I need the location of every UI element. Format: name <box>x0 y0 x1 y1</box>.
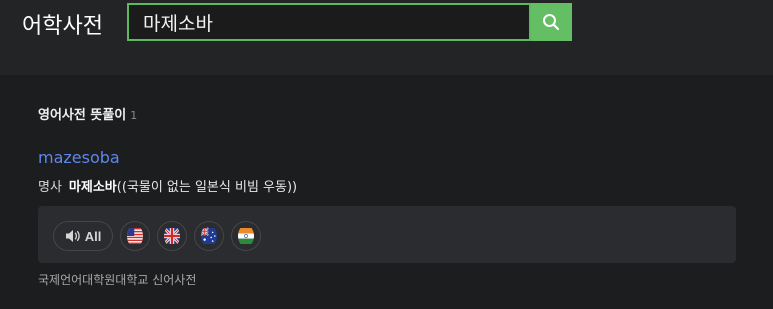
highlighted-term[interactable]: 마제소바 <box>69 180 117 195</box>
result-count: 1 <box>130 109 138 122</box>
au-pronunciation-button[interactable] <box>194 221 224 251</box>
play-all-label: All <box>84 228 102 244</box>
header: 어학사전 <box>0 0 773 75</box>
search-input[interactable] <box>143 5 523 39</box>
search-icon <box>543 14 560 31</box>
part-of-speech: 명사 <box>38 180 62 195</box>
section-title: 영어사전 뜻풀이 1 <box>38 104 137 123</box>
search-button[interactable] <box>531 3 572 41</box>
us-flag-icon <box>127 228 143 244</box>
au-flag-icon <box>201 227 217 244</box>
in-pronunciation-button[interactable] <box>231 221 261 251</box>
dictionary-logo[interactable]: 어학사전 <box>22 8 103 40</box>
pronunciation-panel: All <box>38 206 736 263</box>
in-flag-icon <box>238 228 254 244</box>
us-pronunciation-button[interactable] <box>120 221 150 251</box>
uk-pronunciation-button[interactable] <box>157 221 187 251</box>
results-main: 영어사전 뜻풀이 1 mazesoba 명사 마제소바((국물이 없는 일본식 비빔… <box>0 75 773 309</box>
search-box[interactable] <box>127 3 531 41</box>
uk-flag-icon <box>164 226 180 246</box>
dictionary-source[interactable]: 국제언어대학원대학교 신어사전 <box>38 271 196 288</box>
entry-word-link[interactable]: mazesoba <box>38 148 120 167</box>
definition-text: ((국물이 없는 일본식 비빔 우동)) <box>116 180 298 195</box>
section-title-text: 영어사전 뜻풀이 <box>38 108 127 123</box>
speaker-icon <box>65 230 80 242</box>
entry-meaning: 명사 마제소바((국물이 없는 일본식 비빔 우동)) <box>38 176 297 195</box>
play-all-button[interactable]: All <box>53 221 113 251</box>
